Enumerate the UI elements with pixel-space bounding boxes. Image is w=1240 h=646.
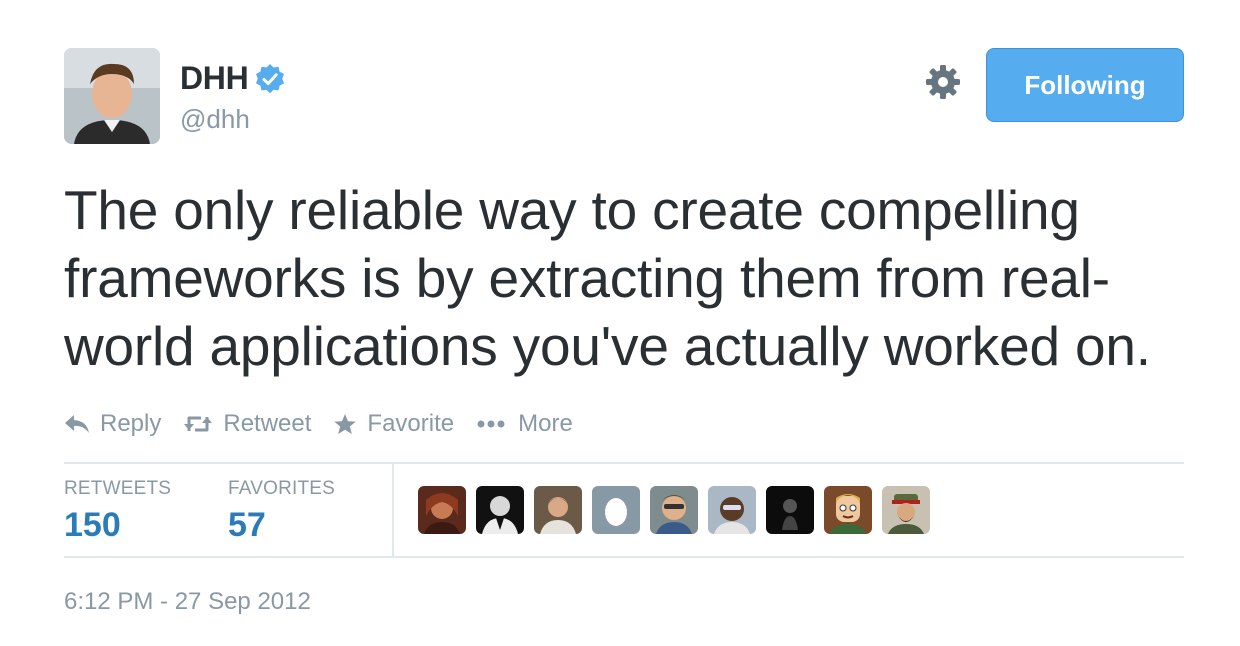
cartoon-avatar-icon bbox=[824, 486, 872, 534]
profile-photo bbox=[64, 48, 160, 144]
favorite-label: Favorite bbox=[367, 410, 455, 437]
retweet-icon bbox=[184, 416, 213, 432]
stats-divider-bottom bbox=[64, 556, 1184, 558]
favorite-button[interactable]: Favorite bbox=[333, 410, 454, 438]
more-dots-icon bbox=[477, 420, 505, 428]
favoriters-avatars bbox=[418, 486, 940, 534]
tweet-text: The only reliable way to create compelli… bbox=[64, 179, 1151, 377]
retweet-button[interactable]: Retweet bbox=[183, 410, 311, 438]
reply-label: Reply bbox=[100, 410, 162, 437]
avatar-icon bbox=[476, 486, 524, 534]
favorites-count: 57 bbox=[228, 506, 266, 544]
avatar-icon bbox=[534, 486, 582, 534]
more-button[interactable]: More bbox=[476, 410, 573, 438]
avatar-icon bbox=[766, 486, 814, 534]
avatar-icon bbox=[650, 486, 698, 534]
retweets-count: 150 bbox=[64, 506, 121, 544]
tweet-actions: Reply Retweet Favorite More bbox=[64, 404, 595, 444]
avatar-icon bbox=[708, 486, 756, 534]
avatar-icon bbox=[418, 486, 466, 534]
favorites-label: FAVORITES bbox=[228, 478, 336, 499]
avatar-icon bbox=[882, 486, 930, 534]
favoriter-avatar-9[interactable] bbox=[882, 486, 930, 534]
stats-divider-top bbox=[64, 462, 1184, 464]
stats-vertical-divider bbox=[392, 464, 394, 556]
favoriter-avatar-4[interactable] bbox=[592, 486, 640, 534]
favorites-stat[interactable]: FAVORITES 57 bbox=[228, 478, 335, 545]
reply-button[interactable]: Reply bbox=[64, 410, 161, 438]
favoriter-avatar-2[interactable] bbox=[476, 486, 524, 534]
more-label: More bbox=[518, 410, 573, 437]
favoriter-avatar-8[interactable] bbox=[824, 486, 872, 534]
favoriter-avatar-1[interactable] bbox=[418, 486, 466, 534]
star-icon bbox=[334, 414, 357, 434]
author-avatar[interactable] bbox=[64, 48, 160, 144]
egg-avatar-icon bbox=[592, 486, 640, 534]
favoriter-avatar-6[interactable] bbox=[708, 486, 756, 534]
author-name-row: DHH bbox=[180, 60, 286, 97]
verified-badge-icon bbox=[254, 63, 286, 95]
reply-icon bbox=[65, 415, 89, 433]
following-button[interactable]: Following bbox=[986, 48, 1184, 122]
retweet-label: Retweet bbox=[223, 410, 312, 437]
favoriter-avatar-7[interactable] bbox=[766, 486, 814, 534]
retweets-stat[interactable]: RETWEETS 150 bbox=[64, 478, 171, 545]
author-display-name[interactable]: DHH bbox=[180, 60, 249, 97]
gear-icon[interactable] bbox=[924, 63, 962, 101]
author-handle[interactable]: @dhh bbox=[180, 104, 250, 135]
favoriter-avatar-5[interactable] bbox=[650, 486, 698, 534]
tweet-timestamp[interactable]: 6:12 PM - 27 Sep 2012 bbox=[64, 588, 311, 616]
favoriter-avatar-3[interactable] bbox=[534, 486, 582, 534]
retweets-label: RETWEETS bbox=[64, 478, 172, 499]
